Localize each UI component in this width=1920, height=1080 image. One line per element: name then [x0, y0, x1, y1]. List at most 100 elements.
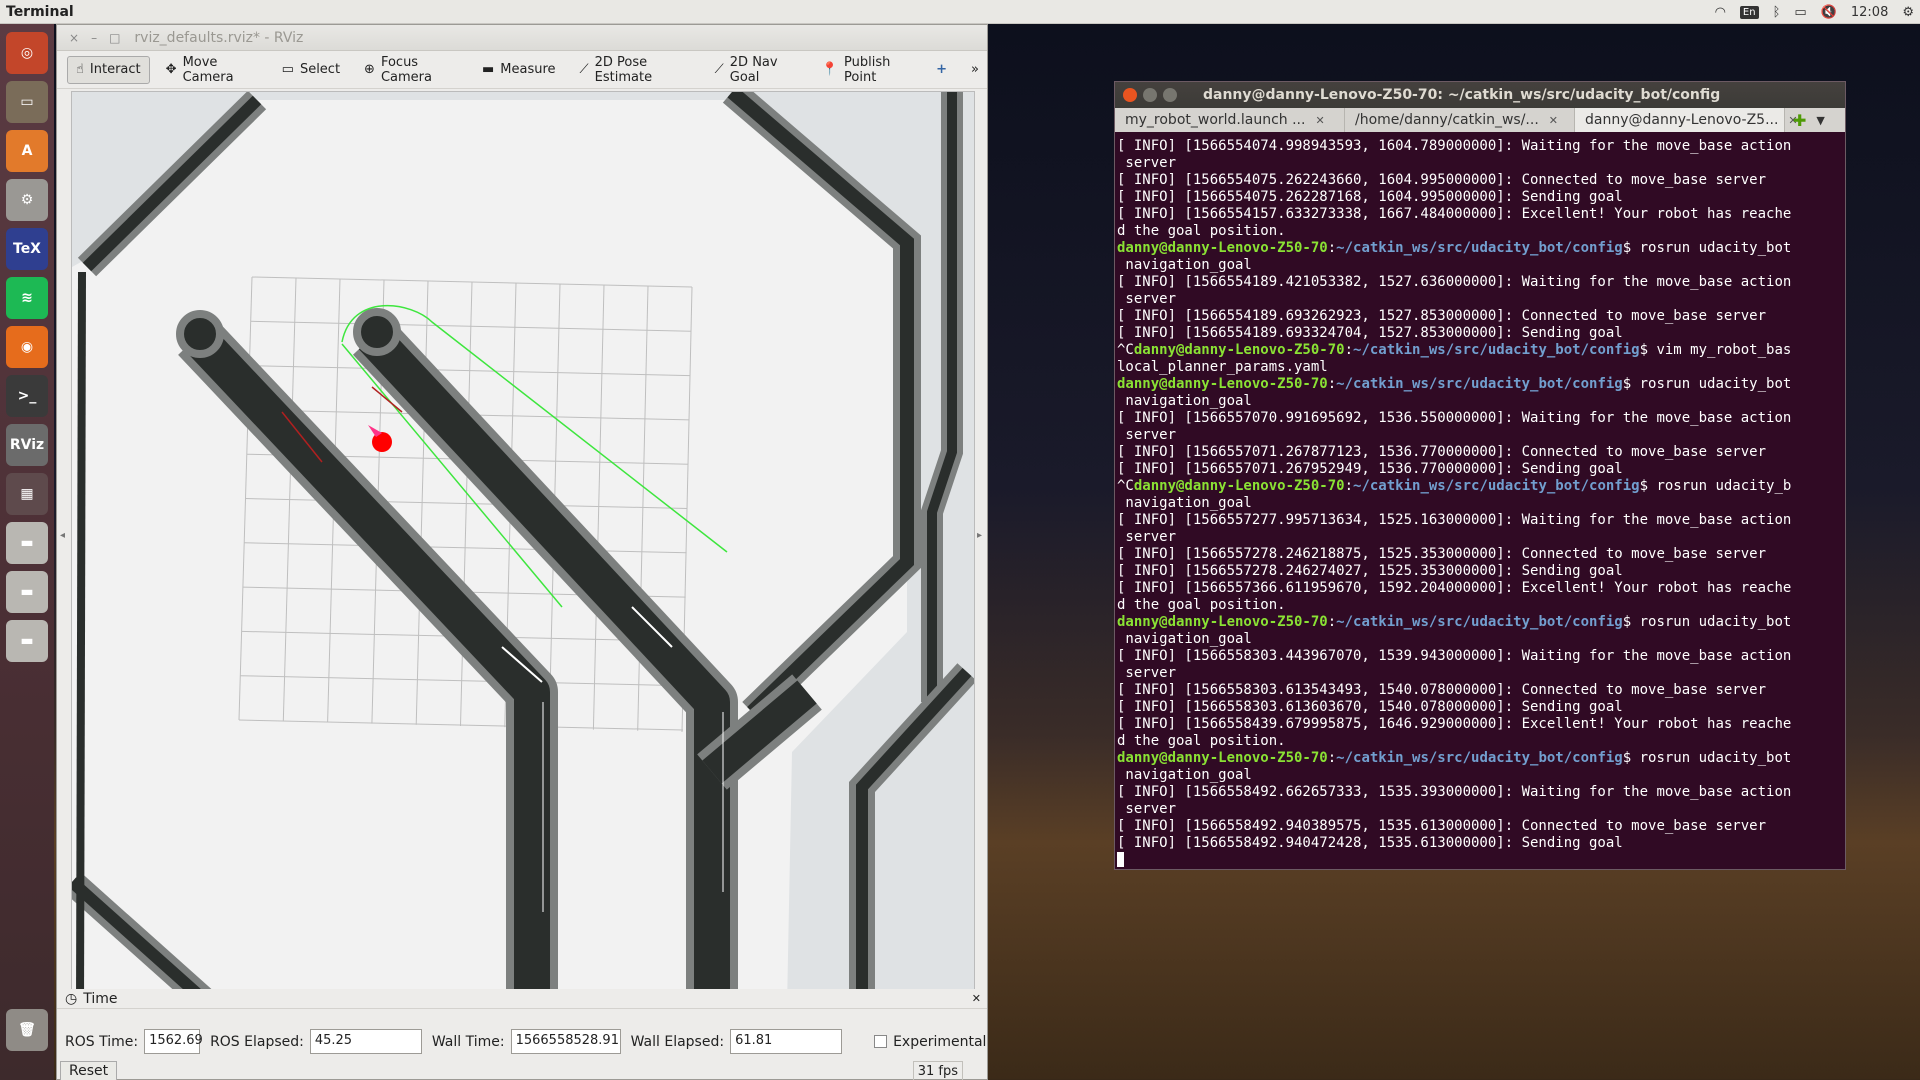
prompt-command: $ vim my_robot_bas	[1639, 342, 1792, 358]
tool-move-camera[interactable]: ✥ Move Camera	[158, 54, 266, 85]
prompt-command: $ rosrun udacity_bot	[1622, 376, 1792, 392]
3d-viewport[interactable]	[71, 91, 975, 1006]
tool-2d-nav-goal[interactable]: ⟋ 2D Nav Goal	[707, 55, 806, 85]
terminal-tab-label: danny@danny-Lenovo-Z5...	[1585, 112, 1779, 128]
terminal-output-line: [ INFO] [1566554157.633273338, 1667.4840…	[1117, 206, 1792, 222]
ubuntu-dash-icon[interactable]: ◎	[6, 32, 48, 74]
time-fields-row: ROS Time: 1562.69 ROS Elapsed: 45.25 Wal…	[65, 1029, 986, 1054]
tool-measure[interactable]: ▬ Measure	[474, 56, 564, 84]
right-collapse-icon[interactable]: ▸	[977, 530, 982, 541]
ros-time-field[interactable]: 1562.69	[144, 1029, 203, 1054]
settings-gear-icon[interactable]: ⚙	[1902, 5, 1914, 20]
volume-mute-icon[interactable]: 🔇	[1821, 5, 1837, 20]
experimental-checkbox[interactable]	[874, 1035, 888, 1048]
terminal-cursor	[1117, 852, 1124, 867]
tool-publish-point[interactable]: 📍 Publish Point	[814, 55, 920, 85]
tool-focus-camera[interactable]: ⊕ Focus Camera	[356, 54, 466, 85]
bluetooth-icon[interactable]: ᛒ	[1773, 5, 1781, 20]
terminal-output-line: server	[1117, 801, 1177, 817]
prompt-path: ~/catkin_ws/src/udacity_bot/config	[1336, 750, 1623, 766]
time-panel-header: ◷ Time ✕	[57, 989, 987, 1009]
toolbar-overflow-icon[interactable]: »	[963, 56, 987, 84]
ros-elapsed-label: ROS Elapsed:	[210, 1033, 304, 1050]
terminal-output-line: [ INFO] [1566558303.443967070, 1539.9430…	[1117, 648, 1792, 664]
prompt-path: ~/catkin_ws/src/udacity_bot/config	[1336, 376, 1623, 392]
tool-label: Measure	[500, 62, 556, 77]
close-tab-icon[interactable]: ✕	[1549, 114, 1558, 127]
terminal-titlebar: danny@danny-Lenovo-Z50-70: ~/catkin_ws/s…	[1115, 82, 1845, 108]
maximize-icon[interactable]	[1163, 88, 1177, 102]
wifi-icon[interactable]: ◠	[1715, 5, 1726, 20]
nav-goal-icon: ⟋	[714, 62, 724, 77]
clock[interactable]: 12:08	[1851, 5, 1888, 20]
rviz-icon[interactable]: RViz	[6, 424, 48, 466]
terminal-output-line: local_planner_params.yaml	[1117, 359, 1328, 375]
tool-2d-pose-estimate[interactable]: ⟋ 2D Pose Estimate	[572, 55, 699, 85]
minimize-icon[interactable]: –	[91, 31, 97, 45]
prompt-separator: :	[1344, 342, 1354, 358]
terminal-output-line: navigation_goal	[1117, 495, 1252, 511]
terminal-output-line: [ INFO] [1566558303.613543493, 1540.0780…	[1117, 682, 1767, 698]
wall-elapsed-field[interactable]: 61.81	[730, 1029, 843, 1054]
add-tool-icon[interactable]: +	[928, 56, 955, 84]
wall-time-field[interactable]: 1566558528.91	[510, 1029, 621, 1054]
battery-icon[interactable]: ▭	[1794, 5, 1806, 20]
maximize-icon[interactable]: □	[109, 31, 120, 45]
workspace-switcher-icon[interactable]: ▦	[6, 473, 48, 515]
reset-button[interactable]: Reset	[60, 1061, 118, 1080]
prompt-separator: :	[1327, 614, 1337, 630]
texmaker-icon[interactable]: TeX	[6, 228, 48, 270]
close-icon[interactable]	[1123, 88, 1137, 102]
tool-label: Focus Camera	[380, 54, 432, 85]
software-center-icon[interactable]: A	[6, 130, 48, 172]
close-panel-icon[interactable]: ✕	[972, 992, 981, 1005]
wall-elapsed-label: Wall Elapsed:	[630, 1033, 725, 1050]
terminal-output-line: [ INFO] [1566557366.611959670, 1592.2040…	[1117, 580, 1792, 596]
drive-icon-3[interactable]: ▬	[6, 620, 48, 662]
terminal-output[interactable]: [ INFO] [1566554074.998943593, 1604.7890…	[1115, 134, 1845, 869]
trash-icon[interactable]: 🗑	[6, 1009, 48, 1051]
minimize-icon[interactable]	[1143, 88, 1157, 102]
tool-interact[interactable]: ☝ Interact	[67, 55, 150, 84]
files-icon[interactable]: ▭	[6, 81, 48, 123]
tool-label: Interact	[89, 62, 141, 77]
firefox-icon[interactable]: ◉	[6, 326, 48, 368]
wall-cap	[176, 310, 224, 358]
interrupt-marker: ^C	[1117, 342, 1134, 358]
spotify-icon[interactable]: ≋	[6, 277, 48, 319]
new-tab-icon[interactable]: ✚	[1793, 111, 1806, 130]
drive-icon-1[interactable]: ▬	[6, 522, 48, 564]
tool-select[interactable]: ▭ Select	[274, 56, 348, 84]
terminal-output-line: navigation_goal	[1117, 767, 1252, 783]
keyboard-layout-indicator[interactable]: En	[1739, 5, 1759, 19]
terminal-output-line: [ INFO] [1566558492.662657333, 1535.3930…	[1117, 784, 1792, 800]
interact-icon: ☝	[76, 62, 84, 77]
tool-label: Move Camera	[182, 54, 234, 85]
drive-icon-2[interactable]: ▬	[6, 571, 48, 613]
terminal-output-line: server	[1117, 291, 1177, 307]
terminal-tab[interactable]: /home/danny/catkin_ws/... ✕	[1345, 108, 1575, 132]
ros-time-label: ROS Time:	[65, 1033, 139, 1050]
left-edge-wall	[76, 271, 86, 1005]
wall-time-label: Wall Time:	[431, 1033, 505, 1050]
terminal-prompt-line: danny@danny-Lenovo-Z50-70:~/catkin_ws/sr…	[1117, 614, 1843, 631]
terminal-output-line: [ INFO] [1566558492.940389575, 1535.6130…	[1117, 818, 1767, 834]
left-collapse-icon[interactable]: ◂	[60, 530, 65, 541]
map-render	[72, 92, 974, 1005]
terminal-tab[interactable]: danny@danny-Lenovo-Z5... ✕	[1575, 108, 1798, 132]
terminal-tabs: my_robot_world.launch ... ✕/home/danny/ca…	[1115, 108, 1845, 132]
tabs-menu-icon[interactable]: ▼	[1816, 114, 1824, 127]
prompt-path: ~/catkin_ws/src/udacity_bot/config	[1353, 478, 1640, 494]
terminal-input-line[interactable]	[1117, 852, 1843, 869]
close-tab-icon[interactable]: ✕	[1315, 114, 1324, 127]
system-settings-icon[interactable]: ⚙	[6, 179, 48, 221]
prompt-user: danny@danny-Lenovo-Z50-70	[1133, 342, 1345, 358]
terminal-tab[interactable]: my_robot_world.launch ... ✕	[1115, 108, 1345, 132]
time-panel-title: Time	[83, 990, 118, 1007]
close-icon[interactable]: ×	[69, 31, 79, 45]
terminal-output-line: navigation_goal	[1117, 393, 1252, 409]
terminal-output-line: server	[1117, 155, 1177, 171]
launcher: ◎ ▭ A ⚙ TeX ≋ ◉ >_ RViz ▦ ▬ ▬ ▬ 🗑	[0, 24, 54, 1080]
terminal-icon[interactable]: >_	[6, 375, 48, 417]
ros-elapsed-field[interactable]: 45.25	[309, 1029, 422, 1054]
